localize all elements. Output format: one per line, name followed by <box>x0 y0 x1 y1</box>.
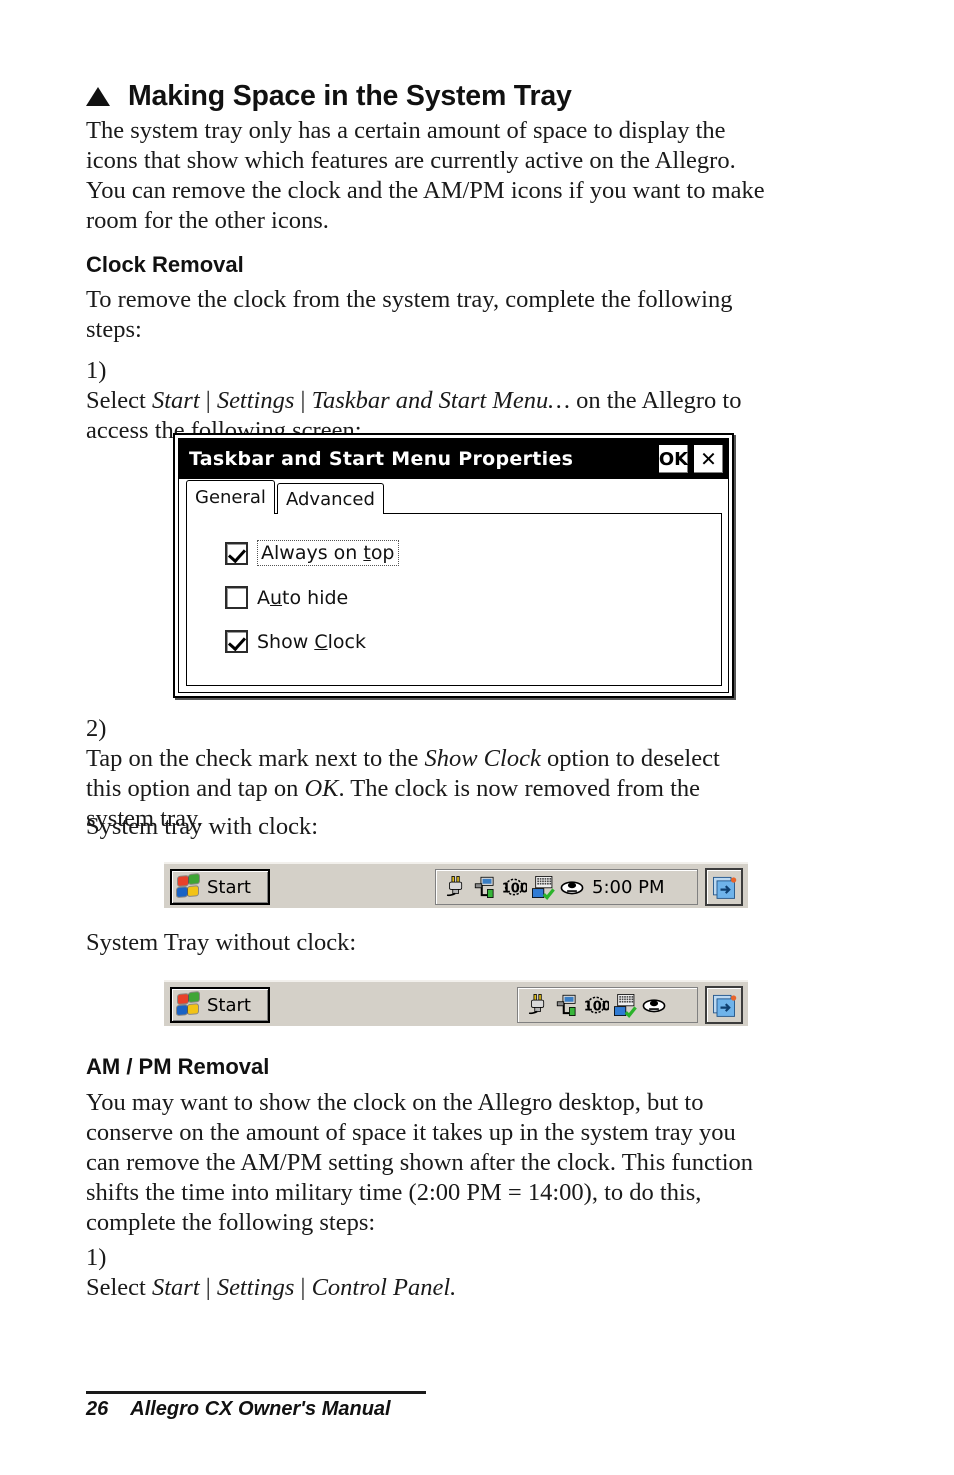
taskbar-screenshot-with-clock: Start 100 5:00 PM <box>164 862 748 908</box>
page-number: 26 <box>86 1398 109 1420</box>
start-button[interactable]: Start <box>170 987 270 1023</box>
show-desktop-button[interactable] <box>705 986 743 1024</box>
ac-power-plug-icon[interactable] <box>443 874 469 900</box>
dialog-inner-frame: Taskbar and Start Menu Properties OK ✕ G… <box>178 438 729 693</box>
windows-flag-icon <box>177 992 201 1017</box>
emphasis-show-clock: Show Clock <box>424 745 541 772</box>
step-number: 2) <box>86 715 107 742</box>
section-heading-clock-removal: Clock Removal <box>86 252 244 277</box>
intro-paragraph: The system tray only has a certain amoun… <box>86 116 846 236</box>
ampm-line-3: can remove the AM/PM setting shown after… <box>86 1149 754 1176</box>
page-title-row: Making Space in the System Tray <box>86 80 866 113</box>
menu-path-start: Start <box>152 1274 200 1301</box>
clock-removal-intro-line-2: steps: <box>86 316 142 343</box>
battery-100-icon[interactable]: 100 <box>583 992 609 1018</box>
tab-advanced[interactable]: Advanced <box>277 483 384 514</box>
manual-page: Making Space in the System Tray The syst… <box>0 0 954 1475</box>
battery-100-icon[interactable]: 100 <box>501 874 527 900</box>
ampm-line-2: conserve on the amount of space it takes… <box>86 1119 736 1146</box>
show-desktop-icon <box>713 876 737 899</box>
ampm-removal-step-1: 1) Select Start | Settings | Control Pan… <box>86 1243 876 1303</box>
ampm-line-5: complete the following steps: <box>86 1209 376 1236</box>
page-title: Making Space in the System Tray <box>128 80 572 112</box>
tray-clock[interactable]: 5:00 PM <box>592 877 665 898</box>
triangle-bullet-icon <box>86 87 110 106</box>
windows-flag-icon <box>177 874 201 899</box>
checkbox-row-always-on-top[interactable]: Always on top <box>225 540 399 566</box>
intro-line-1: The system tray only has a certain amoun… <box>86 117 726 144</box>
show-desktop-button[interactable] <box>705 868 743 906</box>
display-brightness-icon[interactable] <box>559 874 585 900</box>
checkbox-show-clock[interactable] <box>225 630 248 653</box>
start-button[interactable]: Start <box>170 869 270 905</box>
display-brightness-icon[interactable] <box>641 992 667 1018</box>
start-button-label: Start <box>207 876 251 898</box>
checkbox-auto-hide[interactable] <box>225 586 248 609</box>
clock-removal-intro-line-1: To remove the clock from the system tray… <box>86 286 733 313</box>
intro-line-2: icons that show which features are curre… <box>86 147 736 174</box>
network-connection-icon[interactable] <box>472 874 498 900</box>
checkbox-row-show-clock[interactable]: Show Clock <box>225 630 366 653</box>
tab-general[interactable]: General <box>186 480 275 514</box>
ampm-step-1-line-1: Select Start | Settings | Control Panel. <box>86 1274 457 1301</box>
caption-tray-without-clock: System Tray without clock: <box>86 929 357 956</box>
checkbox-label-always-on-top: Always on top <box>257 540 399 566</box>
menu-path-control-panel: Control Panel. <box>311 1274 457 1301</box>
menu-path-settings: Settings <box>216 387 295 414</box>
keyboard-sip-icon[interactable] <box>530 874 556 900</box>
page-footer: 26 Allegro CX Owner's Manual <box>86 1398 391 1421</box>
dialog-title: Taskbar and Start Menu Properties <box>189 448 574 470</box>
menu-path-settings: Settings <box>216 1274 295 1301</box>
step-2-line-2: this option and tap on OK. The clock is … <box>86 775 701 802</box>
checkbox-label-auto-hide: Auto hide <box>257 586 349 609</box>
menu-path-start: Start <box>152 387 200 414</box>
checkbox-always-on-top[interactable] <box>225 541 248 565</box>
footer-title: Allegro CX Owner's Manual <box>130 1398 391 1420</box>
dialog-tab-panel: Always on top Auto hide Show Clock <box>186 513 722 686</box>
ampm-removal-paragraph: You may want to show the clock on the Al… <box>86 1088 846 1238</box>
step-number: 1) <box>86 357 107 384</box>
show-desktop-icon <box>713 994 737 1017</box>
taskbar-screenshot-without-clock: Start 100 <box>164 980 748 1026</box>
network-connection-icon[interactable] <box>554 992 580 1018</box>
menu-path-taskbar: Taskbar and Start Menu… <box>311 387 570 414</box>
system-tray-with-clock[interactable]: 100 5:00 PM <box>435 869 698 905</box>
ac-power-plug-icon[interactable] <box>525 992 551 1018</box>
keyboard-sip-icon[interactable] <box>612 992 638 1018</box>
step-number: 1) <box>86 1244 107 1271</box>
step-1-line-1: Select Start | Settings | Taskbar and St… <box>86 387 742 414</box>
taskbar-properties-dialog: Taskbar and Start Menu Properties OK ✕ G… <box>173 433 734 698</box>
system-tray-without-clock[interactable]: 100 <box>517 987 698 1023</box>
step-2-line-1: Tap on the check mark next to the Show C… <box>86 745 720 772</box>
ampm-line-4: shifts the time into military time (2:00… <box>86 1179 702 1206</box>
footer-divider <box>86 1391 426 1394</box>
dialog-tabstrip: General Advanced <box>179 479 728 514</box>
dialog-titlebar: Taskbar and Start Menu Properties OK ✕ <box>179 439 728 479</box>
ok-button[interactable]: OK <box>658 444 689 474</box>
close-icon[interactable]: ✕ <box>693 444 724 474</box>
section-heading-ampm-removal: AM / PM Removal <box>86 1054 270 1079</box>
caption-tray-with-clock: System tray with clock: <box>86 813 319 840</box>
intro-line-3: You can remove the clock and the AM/PM i… <box>86 177 765 204</box>
start-button-label: Start <box>207 994 251 1016</box>
checkbox-label-show-clock: Show Clock <box>257 630 366 653</box>
intro-line-4: room for the other icons. <box>86 207 329 234</box>
emphasis-ok: OK <box>304 775 339 802</box>
ampm-line-1: You may want to show the clock on the Al… <box>86 1089 704 1116</box>
checkbox-row-auto-hide[interactable]: Auto hide <box>225 586 348 609</box>
clock-removal-intro: To remove the clock from the system tray… <box>86 285 846 345</box>
